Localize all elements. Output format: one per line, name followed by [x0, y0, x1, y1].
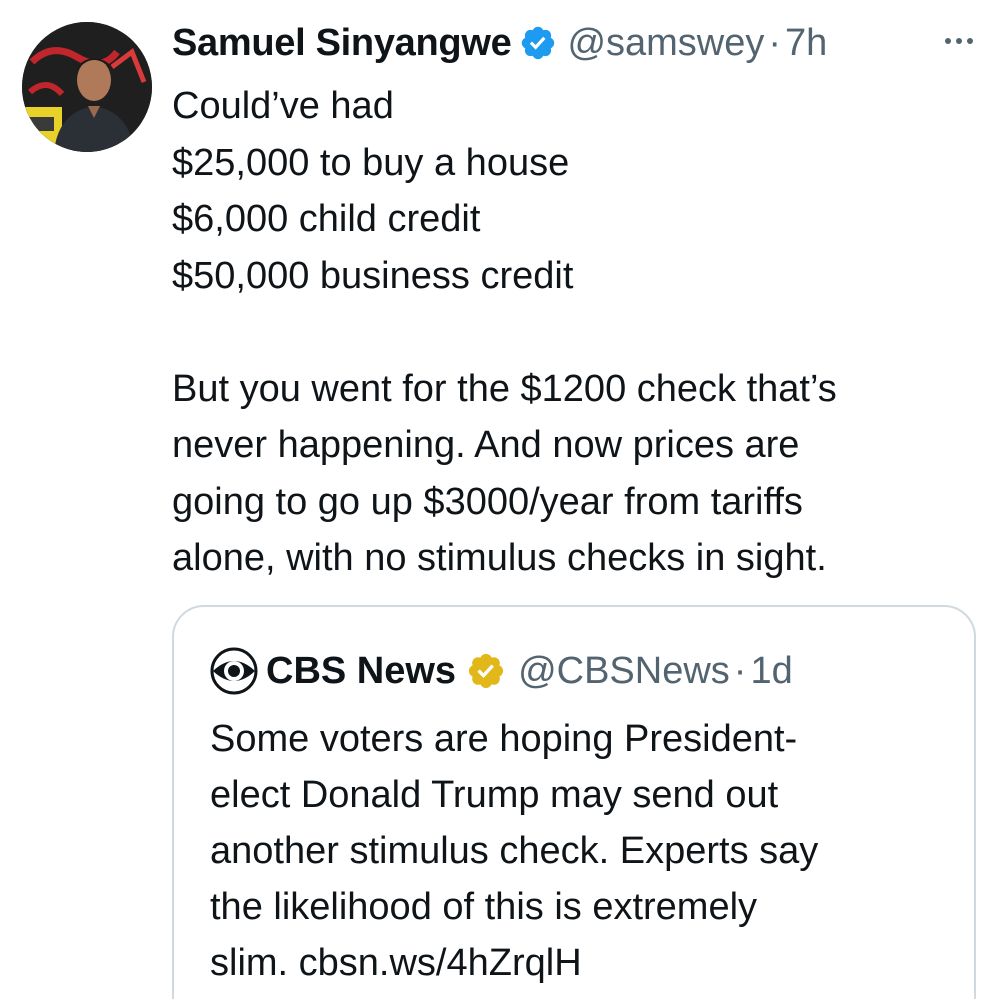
quoted-tweet-text: Some voters are hoping President- elect …: [210, 711, 950, 991]
quoted-text-line: slim. cbsn.ws/4hZrqlH: [210, 942, 582, 984]
tweet-text-line: going to go up $3000/year from tariffs: [172, 480, 803, 523]
profile-photo: [22, 22, 152, 152]
tweet-text-line: Could’ve had: [172, 85, 394, 127]
tweet-text-line: $6,000 child credit: [172, 198, 481, 240]
tweet-text-line: never happening. And now prices are: [172, 424, 800, 466]
tweet-text-line: alone, with no stimulus checks in sight.: [172, 537, 827, 579]
quoted-author-name[interactable]: CBS News: [266, 650, 456, 693]
author-handle[interactable]: @samswey: [567, 22, 764, 65]
separator-dot: ·: [733, 649, 747, 692]
quoted-text-line: Some voters are hoping President-: [210, 718, 798, 760]
quoted-author-handle[interactable]: @CBSNews: [518, 650, 730, 693]
more-options-button[interactable]: [940, 26, 980, 56]
quoted-text-line: elect Donald Trump may send out: [210, 774, 779, 816]
tweet-text-line: $25,000 to buy a house: [172, 141, 570, 184]
tweet-text-line: $50,000 business credit: [172, 254, 574, 297]
separator-dot: ·: [768, 21, 782, 64]
ellipsis-icon: [945, 38, 973, 44]
avatar[interactable]: [22, 22, 152, 152]
author-name[interactable]: Samuel Sinyangwe: [172, 22, 512, 65]
quoted-text-line: another stimulus check. Experts say: [210, 830, 819, 872]
tweet-text: Could’ve had $25,000 to buy a house $6,0…: [172, 78, 982, 587]
tweet-header: Samuel Sinyangwe @samswey · 7h: [172, 18, 827, 68]
quoted-tweet-timestamp[interactable]: 1d: [750, 650, 792, 693]
quoted-tweet-header: CBS News @CBSNews · 1d: [210, 643, 793, 699]
quoted-tweet-card[interactable]: CBS News @CBSNews · 1d Some voters are h…: [172, 605, 976, 999]
verified-gold-badge-icon: [466, 651, 506, 691]
paragraph-break: [172, 304, 982, 361]
tweet-text-line: But you went for the $1200 check that’s: [172, 367, 837, 410]
quoted-text-line: the likelihood of this is extremely: [210, 886, 758, 928]
tweet-timestamp[interactable]: 7h: [785, 22, 827, 65]
cbs-eye-logo-icon: [210, 647, 258, 695]
verified-badge-icon: [519, 24, 557, 62]
